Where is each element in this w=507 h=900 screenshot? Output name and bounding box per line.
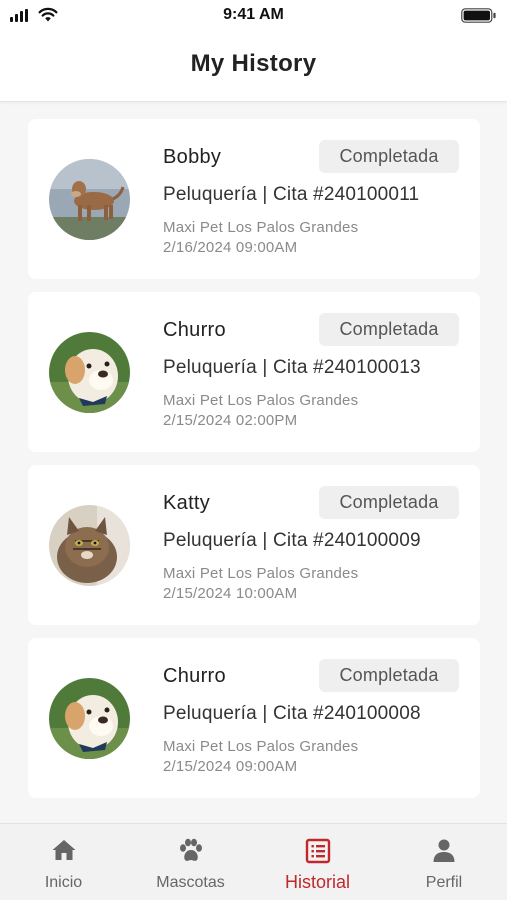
bottom-tab-bar: Inicio Mascotas Historial Perfil [0, 823, 507, 900]
appointment-datetime: 2/15/2024 02:00PM [163, 412, 298, 429]
cat-photo-icon [49, 505, 130, 586]
location-label: Maxi Pet Los Palos Grandes [163, 565, 359, 582]
tab-inicio[interactable]: Inicio [0, 824, 127, 900]
dog-photo-icon [49, 332, 130, 413]
paw-icon [179, 838, 202, 861]
appointment-datetime: 2/15/2024 09:00AM [163, 758, 298, 775]
dog-photo-icon [49, 159, 130, 240]
tab-label: Historial [284, 872, 350, 892]
service-label: Peluquería | Cita #240100008 [163, 703, 421, 724]
location-label: Maxi Pet Los Palos Grandes [163, 219, 359, 236]
pet-avatar [49, 505, 130, 586]
appointment-card[interactable]: Churro Completada Peluquería | Cita #240… [28, 292, 480, 452]
service-label: Peluquería | Cita #240100011 [163, 184, 420, 205]
appointment-card[interactable]: Bobby Completada Peluquería | Cita #2401… [28, 119, 480, 279]
tab-perfil[interactable]: Perfil [381, 824, 507, 900]
pet-name: Katty [163, 492, 211, 514]
pet-avatar [49, 159, 130, 240]
battery-icon [461, 8, 496, 23]
dog-photo-icon [49, 678, 130, 759]
header: My History [0, 30, 507, 102]
status-time: 9:41 AM [223, 6, 284, 23]
pet-name: Churro [163, 319, 226, 341]
service-label: Peluquería | Cita #240100013 [163, 357, 421, 378]
list-icon [305, 838, 330, 864]
tab-historial[interactable]: Historial [254, 824, 381, 900]
tab-label: Inicio [44, 874, 83, 891]
tab-label: Mascotas [156, 874, 225, 891]
status-badge: Completada [319, 140, 459, 173]
service-label: Peluquería | Cita #240100009 [163, 530, 421, 551]
pet-avatar [49, 332, 130, 413]
tab-mascotas[interactable]: Mascotas [127, 824, 254, 900]
appointment-card[interactable]: Katty Completada Peluquería | Cita #2401… [28, 465, 480, 625]
person-icon [433, 839, 455, 862]
pet-name: Bobby [163, 146, 222, 168]
tab-label: Perfil [425, 874, 463, 891]
appointment-list: Bobby Completada Peluquería | Cita #2401… [28, 119, 480, 811]
status-badge: Completada [319, 659, 459, 692]
pet-name: Churro [163, 665, 226, 687]
appointment-datetime: 2/16/2024 09:00AM [163, 239, 298, 256]
pet-avatar [49, 678, 130, 759]
location-label: Maxi Pet Los Palos Grandes [163, 738, 359, 755]
status-badge: Completada [319, 313, 459, 346]
location-label: Maxi Pet Los Palos Grandes [163, 392, 359, 409]
status-badge: Completada [319, 486, 459, 519]
status-bar: 9:41 AM [0, 0, 507, 30]
page-title: My History [190, 50, 317, 77]
appointment-datetime: 2/15/2024 10:00AM [163, 585, 298, 602]
appointment-card[interactable]: Churro Completada Peluquería | Cita #240… [28, 638, 480, 798]
home-icon [52, 840, 75, 860]
